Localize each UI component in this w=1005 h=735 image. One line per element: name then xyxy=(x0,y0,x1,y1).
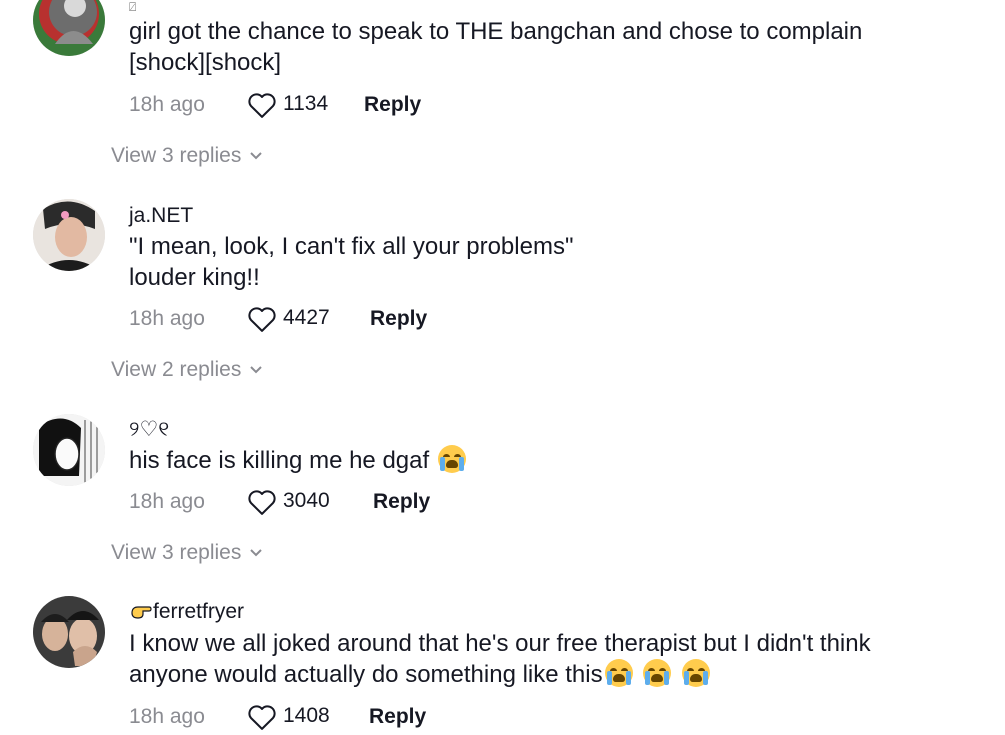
view-replies-button[interactable]: View 2 replies xyxy=(111,356,263,384)
like-count: 4427 xyxy=(283,306,330,329)
view-replies-button[interactable]: View 3 replies xyxy=(111,142,263,170)
loudly-crying-face-icon xyxy=(643,659,672,687)
comment-text: girl got the chance to speak to THE bang… xyxy=(129,18,863,76)
comment-username[interactable]: ja.NET xyxy=(129,203,193,229)
comment-text: "I mean, look, I can't fix all your prob… xyxy=(129,233,574,291)
comment-username[interactable]: ferretfryer xyxy=(129,599,244,625)
avatar[interactable] xyxy=(33,199,105,271)
comment-username[interactable]: ୨♡୧ xyxy=(129,417,169,443)
chevron-down-icon xyxy=(250,366,263,374)
like-count: 1134 xyxy=(283,92,329,115)
hand-point-icon xyxy=(129,601,153,621)
comment-text: his face is killing me he dgaf xyxy=(129,445,468,476)
reply-button[interactable]: Reply xyxy=(364,90,421,120)
comment-time: 18h ago xyxy=(129,307,205,330)
avatar[interactable] xyxy=(33,0,105,56)
comment-time: 18h ago xyxy=(129,93,205,116)
comment-time: 18h ago xyxy=(129,490,205,513)
broken-image-icon: ⍁ xyxy=(129,0,137,14)
loudly-crying-face-icon xyxy=(437,445,466,473)
reply-button[interactable]: Reply xyxy=(373,487,430,517)
view-replies-button[interactable]: View 3 replies xyxy=(111,539,263,567)
avatar[interactable] xyxy=(33,414,105,486)
heart-icon xyxy=(248,93,276,118)
heart-icon xyxy=(248,490,276,515)
chevron-down-icon xyxy=(250,549,263,557)
reply-button[interactable]: Reply xyxy=(369,702,426,732)
like-count: 1408 xyxy=(283,704,330,727)
loudly-crying-face-icon xyxy=(681,659,710,687)
like-count: 3040 xyxy=(283,489,330,512)
heart-icon xyxy=(248,307,276,332)
heart-icon xyxy=(248,705,276,730)
chevron-down-icon xyxy=(250,152,263,160)
comment-time: 18h ago xyxy=(129,705,205,728)
avatar[interactable] xyxy=(33,596,105,668)
comment-text: I know we all joked around that he's our… xyxy=(129,630,871,688)
loudly-crying-face-icon xyxy=(604,659,633,687)
reply-button[interactable]: Reply xyxy=(370,304,427,334)
